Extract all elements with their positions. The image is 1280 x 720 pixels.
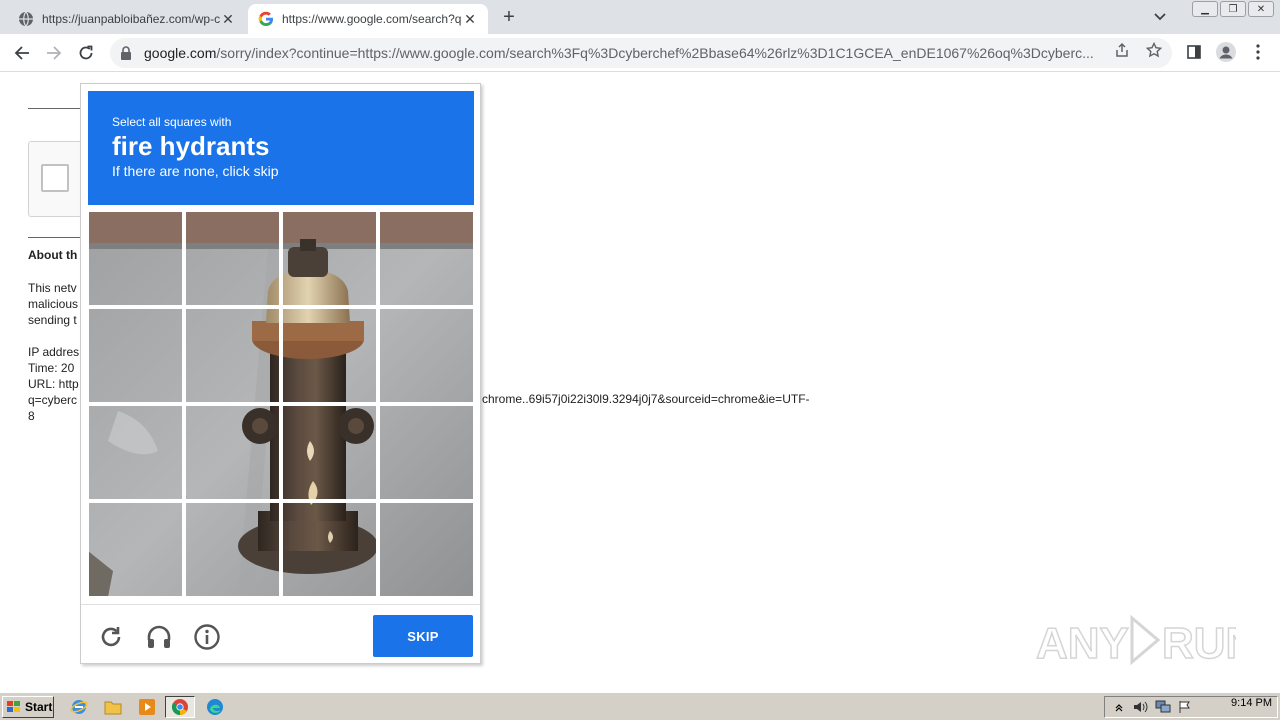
url-tail-text: chrome..69i57j0i22i30l9.3294j0j7&sourcei… bbox=[482, 392, 810, 406]
folder-icon[interactable] bbox=[102, 697, 124, 717]
challenge-image-grid bbox=[88, 211, 474, 597]
media-player-icon[interactable] bbox=[136, 697, 158, 717]
star-icon[interactable] bbox=[1145, 41, 1163, 59]
tile-grid bbox=[88, 211, 474, 597]
time-line: Time: 20 bbox=[28, 361, 75, 375]
action-center-flag-icon[interactable] bbox=[1177, 699, 1193, 715]
grid-tile[interactable] bbox=[281, 307, 378, 404]
url-line: URL: http bbox=[28, 377, 79, 391]
tray-expand-icon[interactable] bbox=[1111, 699, 1127, 715]
grid-tile[interactable] bbox=[378, 307, 474, 404]
grid-tile[interactable] bbox=[88, 404, 184, 501]
close-icon[interactable]: ✕ bbox=[462, 11, 478, 27]
about-heading: About th bbox=[28, 248, 78, 262]
back-button[interactable] bbox=[10, 41, 34, 65]
restore-button[interactable]: ❐ bbox=[1220, 1, 1246, 17]
reload-icon bbox=[101, 627, 121, 647]
arrow-left-icon bbox=[14, 46, 29, 60]
challenge-object: fire hydrants bbox=[112, 131, 270, 161]
grid-tile[interactable] bbox=[184, 211, 281, 307]
globe-icon bbox=[18, 11, 34, 27]
url-host: google.com bbox=[144, 45, 217, 61]
browser-toolbar: google.com/sorry/index?continue=https://… bbox=[0, 34, 1280, 72]
window-close-button[interactable]: ✕ bbox=[1248, 1, 1274, 17]
headphones-icon bbox=[147, 625, 171, 648]
reload-challenge-button[interactable] bbox=[97, 623, 125, 651]
forward-button[interactable] bbox=[42, 41, 66, 65]
url-last-line: 8 bbox=[28, 409, 35, 423]
ip-address-line: IP addres bbox=[28, 345, 80, 359]
grid-tile[interactable] bbox=[281, 404, 378, 501]
tab-juanpablo[interactable]: https://juanpabloibañez.com/wp-content ✕ bbox=[8, 4, 246, 34]
grid-tile[interactable] bbox=[88, 501, 184, 597]
grid-tile[interactable] bbox=[88, 307, 184, 404]
address-bar[interactable]: google.com/sorry/index?continue=https://… bbox=[110, 38, 1172, 68]
arrow-right-icon bbox=[47, 46, 62, 60]
edge-icon[interactable] bbox=[204, 697, 226, 717]
side-panel-icon[interactable] bbox=[1183, 41, 1205, 63]
grid-tile[interactable] bbox=[378, 211, 474, 307]
recaptcha-checkbox[interactable] bbox=[41, 164, 69, 192]
skip-button[interactable]: SKIP bbox=[373, 615, 473, 657]
grid-tile[interactable] bbox=[281, 211, 378, 307]
grid-tile[interactable] bbox=[184, 501, 281, 597]
challenge-hint: If there are none, click skip bbox=[112, 163, 279, 179]
divider bbox=[28, 237, 88, 238]
reload-icon bbox=[79, 45, 93, 60]
grid-tile[interactable] bbox=[281, 501, 378, 597]
share-icon[interactable] bbox=[1113, 41, 1131, 59]
svg-text:ANY: ANY bbox=[1036, 619, 1129, 668]
grid-tile[interactable] bbox=[184, 404, 281, 501]
svg-text:RUN: RUN bbox=[1162, 619, 1236, 668]
audio-challenge-button[interactable] bbox=[145, 623, 173, 651]
clock: 9:14 PM bbox=[1231, 697, 1272, 709]
page-text-line: malicious bbox=[28, 297, 79, 311]
url-text: google.com/sorry/index?continue=https://… bbox=[144, 45, 1104, 61]
minimize-button[interactable]: ▁ bbox=[1192, 1, 1218, 17]
tab-strip: https://juanpabloibañez.com/wp-content ✕… bbox=[0, 0, 1280, 34]
start-button[interactable]: Start bbox=[2, 696, 54, 718]
divider bbox=[28, 108, 88, 109]
google-icon bbox=[258, 11, 274, 27]
grid-tile[interactable] bbox=[378, 501, 474, 597]
profile-avatar-icon[interactable] bbox=[1215, 41, 1237, 63]
windows-logo-icon bbox=[7, 701, 20, 712]
anyrun-watermark-logo: ANY RUN bbox=[1036, 614, 1236, 669]
info-button[interactable] bbox=[193, 623, 221, 651]
grid-tile[interactable] bbox=[184, 307, 281, 404]
tab-title: https://juanpabloibañez.com/wp-content bbox=[42, 12, 220, 26]
chevron-down-icon[interactable] bbox=[1150, 8, 1170, 26]
menu-icon[interactable] bbox=[1247, 41, 1269, 63]
page-text-line: This netv bbox=[28, 281, 77, 295]
lock-icon[interactable] bbox=[118, 45, 134, 61]
new-tab-button[interactable]: + bbox=[498, 6, 520, 28]
query-line: q=cyberc bbox=[28, 393, 78, 407]
grid-tile[interactable] bbox=[88, 211, 184, 307]
challenge-header: Select all squares with fire hydrants If… bbox=[88, 91, 474, 205]
info-icon bbox=[194, 624, 220, 650]
taskbar: Start 9:14 PM bbox=[0, 692, 1280, 720]
volume-icon[interactable] bbox=[1133, 699, 1149, 715]
recaptcha-challenge: Select all squares with fire hydrants If… bbox=[80, 83, 481, 664]
network-icon[interactable] bbox=[1155, 699, 1171, 715]
tab-title: https://www.google.com/search?q=cyberche… bbox=[282, 12, 462, 26]
page-text-line: sending t bbox=[28, 313, 77, 327]
tab-google-search[interactable]: https://www.google.com/search?q=cyberche… bbox=[248, 4, 488, 34]
close-icon[interactable]: ✕ bbox=[220, 11, 236, 27]
challenge-footer: SKIP bbox=[81, 604, 480, 663]
challenge-instruction: Select all squares with bbox=[112, 115, 232, 129]
chrome-icon[interactable] bbox=[165, 696, 195, 718]
start-label: Start bbox=[25, 700, 53, 714]
grid-tile[interactable] bbox=[378, 404, 474, 501]
url-path: /sorry/index?continue=https://www.google… bbox=[216, 45, 1094, 61]
window-controls: ▁ ❐ ✕ bbox=[1190, 1, 1274, 17]
internet-explorer-icon[interactable] bbox=[68, 697, 90, 717]
reload-button[interactable] bbox=[74, 41, 98, 65]
